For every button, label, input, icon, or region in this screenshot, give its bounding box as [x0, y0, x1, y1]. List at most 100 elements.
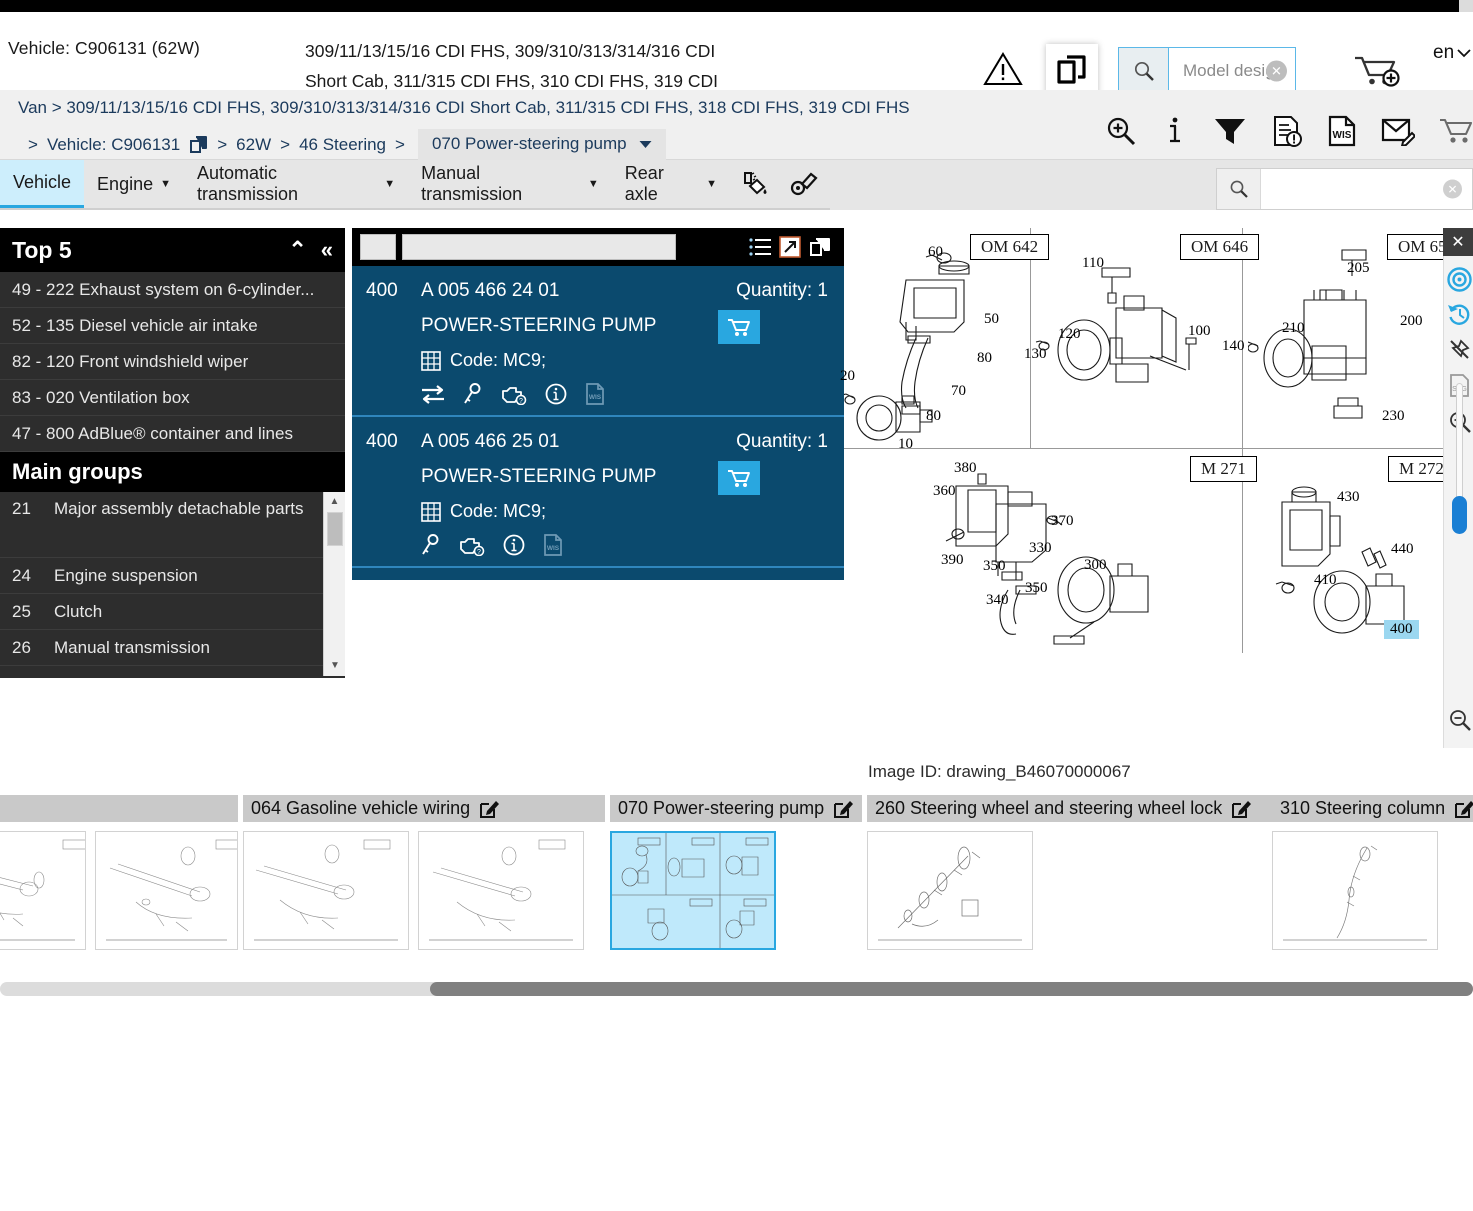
tab-vehicle[interactable]: Vehicle — [0, 160, 85, 208]
info-icon[interactable] — [503, 534, 525, 556]
info-icon[interactable] — [545, 383, 567, 405]
top5-item-1[interactable]: 52 - 135 Diesel vehicle air intake — [0, 308, 345, 344]
history-reset-icon[interactable] — [1446, 300, 1473, 327]
top5-item-4[interactable]: 47 - 800 AdBlue® container and lines — [0, 416, 345, 452]
breadcrumb-steering[interactable]: 46 Steering — [299, 135, 386, 155]
parts-header-field-2[interactable] — [402, 234, 676, 260]
breadcrumb-vehicle[interactable]: Vehicle: C906131 — [47, 135, 180, 155]
add-part-to-cart-button-1[interactable] — [718, 461, 760, 495]
model-design-input[interactable]: Model design ✕ — [1169, 48, 1295, 94]
edit-icon[interactable] — [1455, 799, 1473, 818]
collapse-up-icon[interactable]: ⌃ — [288, 237, 306, 263]
parts-search-input[interactable]: ✕ — [1261, 169, 1472, 209]
main-group-24[interactable]: 24 Engine suspension — [0, 558, 345, 594]
drawing-canvas[interactable]: OM 642 60 50 80 70 80 20 10 OM 646 110 1… — [840, 228, 1473, 748]
horizontal-scrollbar-thumb[interactable] — [430, 982, 1473, 996]
copy-icon[interactable] — [809, 237, 831, 257]
thumbnail-item[interactable] — [867, 831, 1033, 950]
tools-icon[interactable] — [780, 160, 830, 208]
chevron-down-icon — [639, 140, 652, 148]
tab-engine[interactable]: Engine ▼ — [84, 160, 184, 208]
collapse-left-icon[interactable]: « — [321, 237, 333, 263]
top5-item-2[interactable]: 82 - 120 Front windshield wiper — [0, 344, 345, 380]
tab-manual-transmission[interactable]: Manual transmission ▼ — [408, 160, 612, 208]
thumbnail-item[interactable] — [0, 831, 86, 950]
callout-m272-400-highlighted[interactable]: 400 — [1384, 620, 1419, 639]
scroll-up-arrow-icon[interactable]: ▲ — [324, 492, 345, 510]
add-part-to-cart-button-0[interactable] — [718, 310, 760, 344]
wis-icon[interactable]: WIS — [543, 534, 563, 556]
thumbnail-item[interactable] — [418, 831, 584, 950]
part-row-1[interactable]: 400 A 005 466 25 01 POWER-STEERING PUMP … — [352, 417, 844, 568]
main-groups-scrollbar[interactable]: ▲ ▼ — [323, 492, 345, 676]
breadcrumb-line1[interactable]: Van > 309/11/13/15/16 CDI FHS, 309/310/3… — [18, 98, 910, 118]
parts-search-box[interactable]: ✕ — [1216, 168, 1473, 210]
part-icons-1: ? WIS — [421, 534, 830, 556]
engine-question-icon[interactable]: ? — [459, 534, 485, 556]
edit-icon[interactable] — [834, 799, 854, 818]
breadcrumb-current-dropdown[interactable]: 070 Power-steering pump — [417, 129, 666, 160]
clear-icon[interactable]: ✕ — [1266, 60, 1287, 82]
thumbnail-baseline — [105, 939, 227, 941]
target-focus-icon[interactable] — [1446, 266, 1473, 293]
top5-item-3[interactable]: 83 - 020 Ventilation box — [0, 380, 345, 416]
main-group-21[interactable]: 21 Major assembly detachable parts — [0, 492, 345, 558]
language-selector[interactable]: en — [1433, 42, 1471, 64]
parts-panel-header — [352, 228, 844, 266]
main-groups-list: 21 Major assembly detachable parts 24 En… — [0, 492, 345, 676]
warning-triangle-icon[interactable] — [983, 52, 1023, 86]
main-group-26[interactable]: 26 Manual transmission — [0, 630, 345, 666]
table-grid-icon[interactable] — [421, 501, 441, 522]
table-grid-icon[interactable] — [421, 350, 441, 371]
zoom-slider-handle[interactable] — [1452, 496, 1467, 534]
close-icon[interactable]: ✕ — [1443, 228, 1473, 256]
scrollbar-thumb[interactable] — [327, 512, 343, 546]
callout-om642-20: 20 — [840, 368, 855, 384]
chevron-down-icon: ▼ — [384, 178, 396, 190]
chevron-down-icon: ▼ — [160, 178, 171, 190]
thumb-group-064-header[interactable]: 064 Gasoline vehicle wiring — [243, 795, 605, 822]
tab-automatic-transmission[interactable]: Automatic transmission ▼ — [184, 160, 408, 208]
tab-rear-axle[interactable]: Rear axle ▼ — [612, 160, 730, 208]
thumb-group-070-header[interactable]: 070 Power-steering pump — [610, 795, 862, 822]
filter-icon[interactable] — [1213, 114, 1247, 148]
unpin-icon[interactable] — [1446, 336, 1473, 363]
thumbnail-item[interactable] — [1272, 831, 1438, 950]
scroll-down-arrow-icon[interactable]: ▼ — [324, 656, 345, 674]
zoom-in-icon[interactable] — [1105, 114, 1137, 148]
copy-icon[interactable] — [1046, 44, 1098, 96]
document-alert-icon[interactable] — [1271, 114, 1303, 148]
mail-edit-icon[interactable] — [1381, 114, 1415, 148]
main-group-25[interactable]: 25 Clutch — [0, 594, 345, 630]
engine-question-icon[interactable]: ? — [501, 383, 527, 405]
thumb-group-260-header[interactable]: 260 Steering wheel and steering wheel lo… — [867, 795, 1272, 822]
top5-item-0[interactable]: 49 - 222 Exhaust system on 6-cylinder... — [0, 272, 345, 308]
model-design-search[interactable]: Model design ✕ — [1118, 47, 1296, 95]
thumbnail-item[interactable] — [243, 831, 409, 950]
exchange-icon[interactable] — [421, 384, 445, 404]
paint-bucket-icon[interactable] — [730, 160, 780, 208]
breadcrumb-62w[interactable]: 62W — [236, 135, 271, 155]
wis-document-icon[interactable]: WIS — [1327, 114, 1357, 148]
key-search-icon[interactable] — [421, 534, 441, 556]
thumbnail-item[interactable] — [94, 831, 238, 950]
info-icon[interactable] — [1161, 114, 1189, 148]
list-view-icon[interactable] — [749, 237, 771, 257]
key-search-icon[interactable] — [463, 383, 483, 405]
add-to-cart-icon[interactable] — [1353, 52, 1401, 90]
thumbnail-item-selected[interactable] — [610, 831, 776, 950]
part-row-0[interactable]: 400 A 005 466 24 01 POWER-STEERING PUMP … — [352, 266, 844, 417]
edit-icon[interactable] — [480, 799, 500, 818]
main-group-25-label: Clutch — [54, 601, 103, 621]
zoom-out-icon[interactable] — [1446, 706, 1473, 733]
wis-icon[interactable]: WIS — [585, 383, 605, 405]
cart-icon[interactable] — [1439, 114, 1473, 148]
edit-icon[interactable] — [1232, 799, 1252, 818]
expand-icon[interactable] — [779, 236, 801, 258]
thumb-group-310-header[interactable]: 310 Steering column — [1272, 795, 1473, 822]
breadcrumb-copy-icon[interactable] — [189, 135, 208, 154]
callout-m271-340: 340 — [986, 592, 1009, 608]
parts-header-field-1[interactable] — [360, 234, 396, 260]
horizontal-scrollbar[interactable] — [0, 982, 1473, 996]
clear-icon[interactable]: ✕ — [1443, 179, 1462, 199]
